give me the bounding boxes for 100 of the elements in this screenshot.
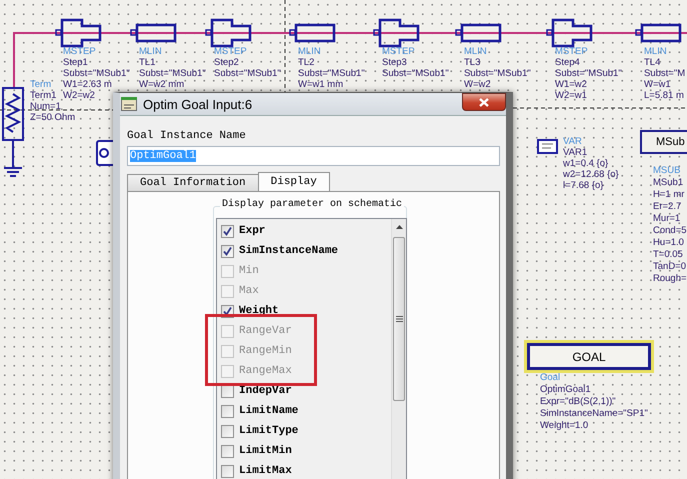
parameter-label: T=0.05 bbox=[653, 249, 683, 261]
parameter-label: Cond=5 bbox=[653, 225, 687, 237]
parameter-label: Step2 bbox=[214, 57, 239, 68]
parameter-label: w2=12.68 {o} bbox=[563, 169, 619, 180]
parameter-label: Weight=1.0 bbox=[540, 420, 588, 432]
parameter-label: W2=w1 bbox=[555, 90, 587, 101]
parameter-label: Expr="dB(S(2,1))" bbox=[540, 396, 616, 408]
component-type-label: MSTEP bbox=[214, 46, 247, 57]
component-type-label: VAR bbox=[563, 136, 582, 147]
parameter-label: Step3 bbox=[382, 57, 407, 68]
parameter-label: Mur=1 bbox=[653, 213, 680, 225]
goal-block: GOAL bbox=[527, 343, 651, 370]
parameter-label: W=w1 mm bbox=[298, 79, 344, 90]
scrollbar[interactable] bbox=[391, 219, 406, 479]
parameter-label: W=w2 mm bbox=[139, 79, 184, 90]
line-symbol bbox=[455, 24, 502, 42]
parameter-label: OptimGoal1 bbox=[540, 384, 591, 396]
parameter-label: Subst="MSub1" bbox=[464, 68, 531, 79]
parameter-label: W2=w2 bbox=[63, 90, 95, 101]
scroll-up-icon bbox=[396, 225, 402, 229]
parameter-name: SimInstanceName bbox=[239, 245, 338, 257]
component-type-label: MLIN bbox=[298, 46, 321, 57]
parameter-name: Weight bbox=[239, 305, 279, 317]
tab[interactable]: Goal Information bbox=[127, 174, 259, 191]
parameter-label: TanD=0 bbox=[653, 261, 686, 273]
parameter-label: W1=w2 bbox=[555, 79, 587, 90]
parameter-name: Max bbox=[239, 285, 259, 297]
parameter-label: l=7.68 {o} bbox=[563, 180, 604, 191]
group-title: Display parameter on schematic bbox=[220, 199, 404, 210]
parameter-label: TL2 bbox=[298, 57, 314, 68]
tab[interactable]: Display bbox=[258, 172, 330, 191]
parameter-label: W=w2 bbox=[464, 79, 491, 90]
parameter-label: H=1 mr bbox=[653, 189, 684, 201]
parameter-label: Subst="MSub1" bbox=[214, 68, 281, 79]
component-type-label: Term bbox=[30, 79, 52, 90]
parameter-label: Rough= bbox=[653, 273, 687, 285]
step-symbol bbox=[373, 18, 420, 48]
parameter-label: Subst="MSub1" bbox=[382, 68, 449, 79]
parameter-label: Term1 bbox=[30, 90, 56, 101]
parameter-label: Subst="MSub1" bbox=[139, 68, 206, 79]
checkbox[interactable] bbox=[221, 464, 234, 478]
component-type-label: MLIN bbox=[644, 46, 667, 57]
checkbox[interactable] bbox=[221, 244, 234, 258]
component-icon bbox=[96, 140, 114, 166]
component-type-label: MSTEP bbox=[63, 46, 96, 57]
parameter-label: TL4 bbox=[644, 57, 660, 68]
line-symbol bbox=[635, 24, 682, 42]
checkbox[interactable] bbox=[221, 404, 234, 418]
substrate-block: MSub bbox=[640, 130, 687, 154]
parameter-name: RangeMax bbox=[239, 365, 292, 377]
parameter-label: Z=50 Ohm bbox=[30, 112, 76, 123]
line-symbol bbox=[130, 24, 176, 42]
parameter-label: Subst="MSub1" bbox=[63, 68, 130, 79]
parameter-name: LimitName bbox=[239, 405, 298, 417]
parameter-label: W1=2.63 m bbox=[63, 79, 112, 90]
component-type-label: MLIN bbox=[464, 46, 487, 57]
checkbox[interactable] bbox=[221, 424, 234, 438]
parameter-label: Subst="MSub1" bbox=[555, 68, 622, 79]
parameter-label: Step4 bbox=[555, 57, 580, 68]
parameter-label: W=w1 bbox=[644, 79, 671, 90]
parameter-label: Hu=1.0 bbox=[653, 237, 684, 249]
parameter-label: VAR1 bbox=[563, 147, 588, 158]
window-title: Optim Goal Input:6 bbox=[143, 96, 252, 112]
parameter-label: Step1 bbox=[63, 57, 88, 68]
parameter-label: Subst="MSub1" bbox=[298, 68, 365, 79]
parameter-name: LimitMin bbox=[239, 445, 292, 457]
close-icon bbox=[479, 98, 489, 106]
parameter-name: IndepVar bbox=[239, 385, 292, 397]
parameter-label: MSub1 bbox=[653, 177, 684, 189]
scrollbar-thumb[interactable] bbox=[393, 237, 405, 401]
parameter-label: L=5.81 m bbox=[644, 90, 684, 101]
parameter-name: Expr bbox=[239, 225, 266, 237]
field-label: Goal Instance Name bbox=[127, 130, 246, 142]
parameter-name: RangeVar bbox=[239, 325, 292, 337]
parameter-label: Er=2.7 bbox=[653, 201, 682, 213]
parameter-label: SimInstanceName="SP1" bbox=[540, 408, 648, 420]
parameter-name: LimitType bbox=[239, 425, 298, 437]
parameter-label: TL1 bbox=[139, 57, 156, 68]
app-icon bbox=[121, 97, 137, 111]
component-type-label: MSTEP bbox=[555, 46, 588, 57]
parameter-name: RangeMin bbox=[239, 345, 292, 357]
parameter-label: Num=1 bbox=[30, 101, 61, 112]
parameter-name: LimitMax bbox=[239, 465, 292, 477]
parameter-label: w1=0.4 {o} bbox=[563, 158, 608, 169]
checkbox[interactable] bbox=[221, 444, 234, 458]
parameter-label: Subst="M bbox=[644, 68, 686, 79]
component-type-label: MSUB bbox=[653, 165, 680, 177]
checkbox[interactable] bbox=[221, 224, 234, 238]
close-button[interactable] bbox=[462, 93, 506, 111]
grip-icon bbox=[396, 316, 402, 322]
parameter-name: Min bbox=[239, 265, 259, 277]
line-symbol bbox=[289, 24, 336, 42]
component-type-label: Goal bbox=[540, 372, 560, 384]
equation-icon bbox=[537, 139, 558, 154]
parameter-label: TL3 bbox=[464, 57, 480, 68]
component-type-label: MLIN bbox=[139, 46, 162, 57]
component-type-label: MSTEP bbox=[382, 46, 415, 57]
step-symbol bbox=[546, 18, 592, 48]
step-symbol bbox=[55, 18, 102, 48]
step-symbol bbox=[205, 18, 252, 48]
